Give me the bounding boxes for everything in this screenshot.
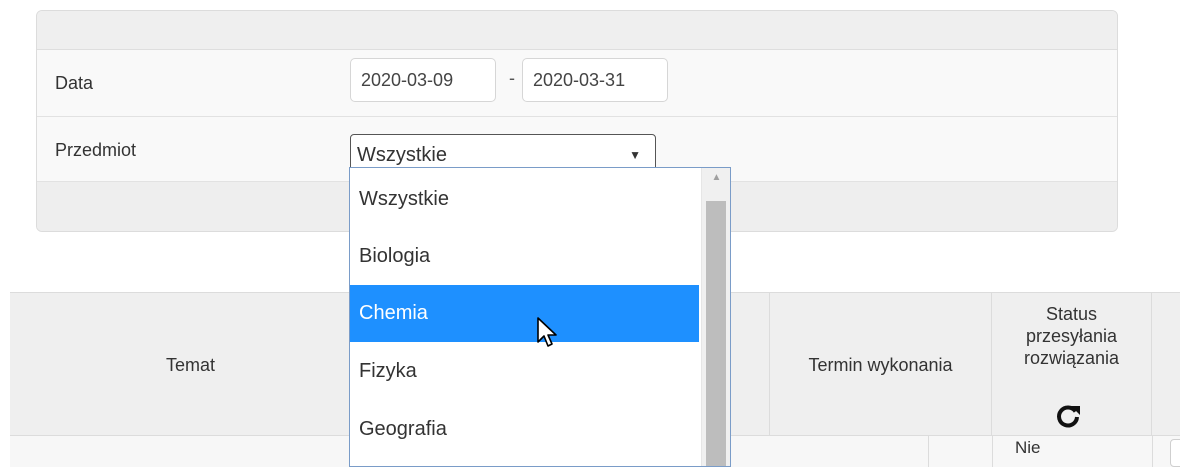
dropdown-option[interactable]: Wszystkie [350, 171, 699, 228]
dropdown-option-highlighted[interactable]: Chemia [350, 285, 699, 342]
scroll-up-arrow-icon[interactable]: ▲ [702, 172, 730, 183]
cell-divider [992, 436, 993, 467]
dropdown-option[interactable]: Biologia [350, 228, 699, 285]
dropdown-option[interactable]: Geografia [350, 401, 699, 458]
status-header-label: Status przesyłania rozwiązania [992, 303, 1151, 369]
column-header-deadline[interactable]: Termin wykonania [770, 293, 992, 437]
caret-down-icon: ▼ [629, 148, 641, 162]
status-header-line1: Status [1045, 304, 1098, 324]
date-label: Data [55, 73, 94, 93]
date-to-input[interactable]: 2020-03-31 [522, 58, 668, 102]
topic-header-label: Temat [165, 355, 216, 375]
panel-header [37, 11, 1117, 50]
subject-label: Przedmiot [55, 140, 137, 160]
refresh-icon[interactable] [1055, 403, 1081, 429]
status-cell: Nie [1015, 438, 1041, 457]
subject-select-value: Wszystkie [357, 144, 447, 166]
column-header-status: Status przesyłania rozwiązania [992, 293, 1152, 437]
cell-divider [928, 436, 929, 467]
dropdown-scrollbar[interactable]: ▲ [701, 168, 730, 466]
column-header-topic[interactable]: Temat [10, 293, 372, 437]
date-separator: - [509, 68, 515, 88]
cell-divider [1152, 436, 1153, 467]
mouse-pointer-icon [537, 317, 557, 347]
row-action-button[interactable] [1170, 439, 1180, 467]
deadline-header-label: Termin wykonania [808, 355, 953, 375]
status-header-line3: rozwiązania [1023, 348, 1120, 368]
scrollbar-thumb[interactable] [706, 201, 726, 466]
column-header-actions [1152, 293, 1180, 437]
date-from-input[interactable]: 2020-03-09 [350, 58, 496, 102]
date-row: Data 2020-03-09 - 2020-03-31 [37, 50, 1117, 117]
dropdown-option[interactable]: Fizyka [350, 343, 699, 400]
status-header-line2: przesyłania [1025, 326, 1118, 346]
